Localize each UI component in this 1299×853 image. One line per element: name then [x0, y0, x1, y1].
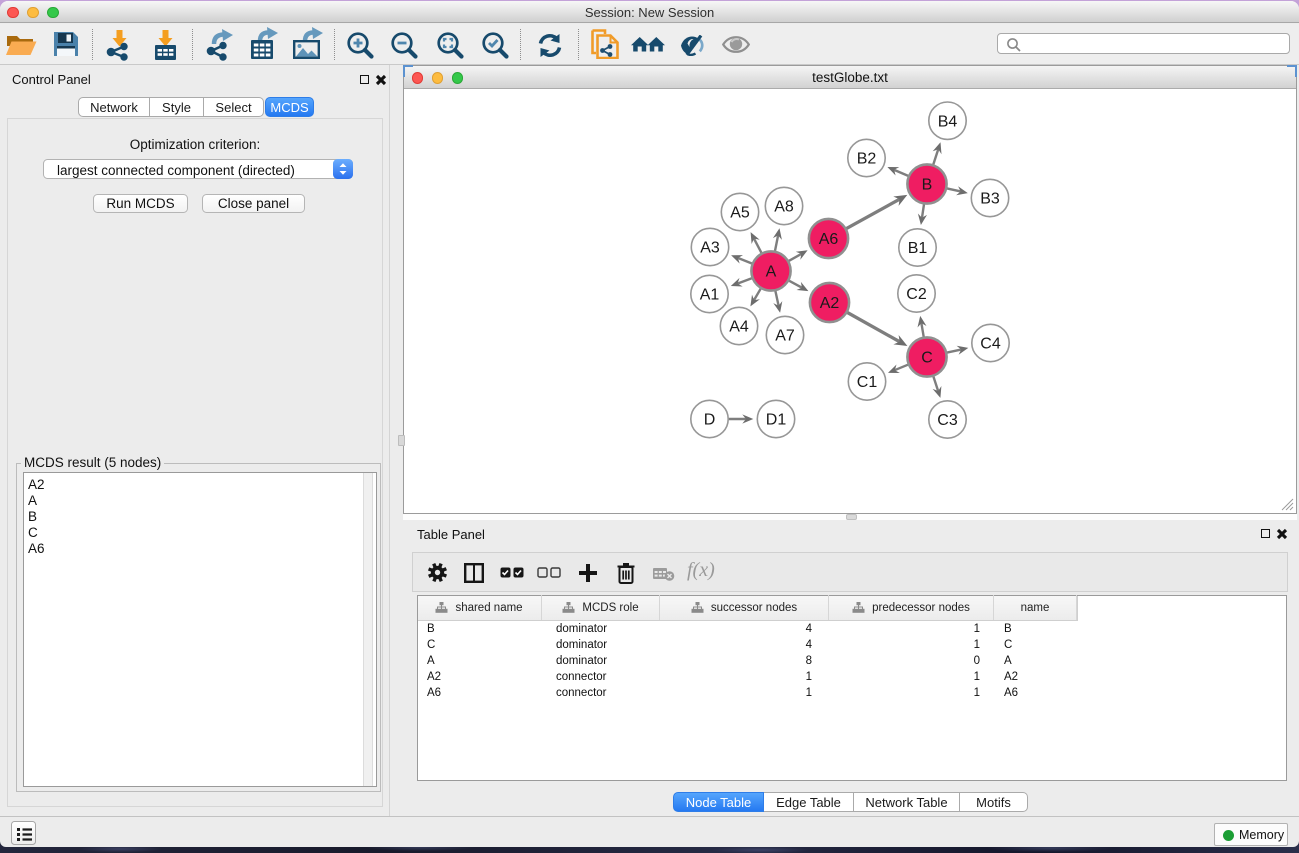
svg-text:C: C	[921, 350, 933, 367]
svg-text:A4: A4	[729, 319, 749, 336]
svg-text:D: D	[704, 412, 716, 429]
svg-text:A5: A5	[730, 205, 750, 222]
svg-text:B2: B2	[857, 151, 877, 168]
svg-text:C1: C1	[857, 374, 878, 391]
svg-text:C4: C4	[980, 336, 1001, 353]
svg-text:B4: B4	[938, 113, 958, 130]
svg-text:C3: C3	[937, 412, 958, 429]
svg-text:D1: D1	[766, 412, 787, 429]
svg-text:A7: A7	[775, 328, 795, 345]
svg-text:A: A	[766, 264, 777, 281]
svg-text:A1: A1	[700, 287, 720, 304]
svg-text:C2: C2	[906, 286, 927, 303]
svg-text:A6: A6	[819, 231, 839, 248]
svg-text:B3: B3	[980, 191, 1000, 208]
svg-text:B: B	[922, 177, 933, 194]
svg-text:A3: A3	[700, 240, 720, 257]
svg-text:A2: A2	[820, 295, 840, 312]
svg-text:B1: B1	[908, 240, 928, 257]
svg-text:A8: A8	[774, 199, 794, 216]
